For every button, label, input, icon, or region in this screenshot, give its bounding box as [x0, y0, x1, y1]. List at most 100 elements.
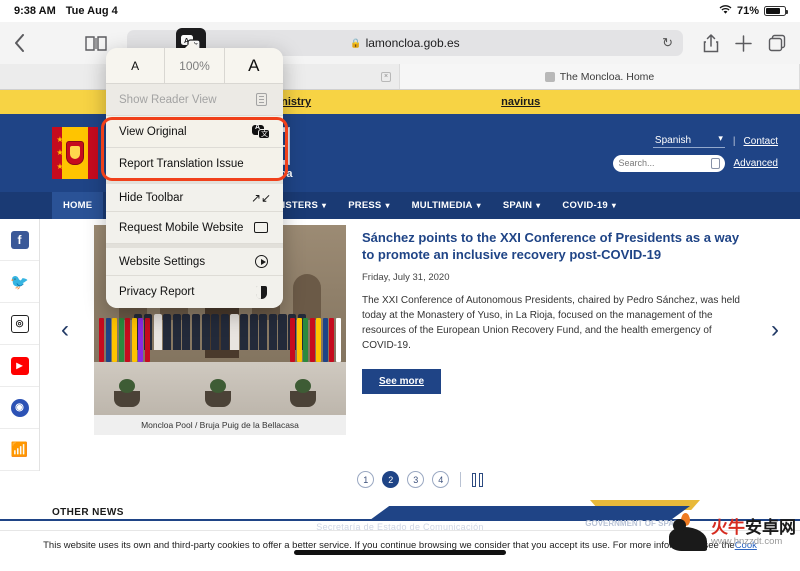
- photo-caption: Moncloa Pool / Bruja Puig de la Bellacas…: [94, 415, 346, 435]
- close-icon[interactable]: ×: [381, 71, 391, 82]
- menu-item-label: Privacy Report: [119, 286, 195, 298]
- search-placeholder: Search...: [618, 158, 655, 168]
- book-sidebar-icon[interactable]: [85, 35, 107, 52]
- tab-title: The Moncloa. Home: [559, 70, 655, 83]
- news-body: The XXI Conference of Autonomous Preside…: [362, 295, 740, 352]
- url-text: lamoncloa.gob.es: [365, 36, 460, 50]
- chevron-right-icon[interactable]: ›: [762, 225, 788, 435]
- chevron-down-icon: ▾: [611, 201, 617, 210]
- plus-icon[interactable]: [735, 34, 752, 52]
- nav-item-covid-19[interactable]: COVID-19 ▾: [551, 192, 627, 219]
- pause-icon[interactable]: [472, 472, 483, 487]
- carousel-dot-1[interactable]: 1: [357, 471, 375, 488]
- menu-item-show-reader-view[interactable]: Show Reader View: [106, 84, 283, 116]
- search-input[interactable]: Search...: [612, 154, 725, 172]
- see-more-button[interactable]: See more: [362, 369, 442, 395]
- reload-icon[interactable]: ↻: [662, 35, 673, 51]
- social-item-facebook[interactable]: f: [0, 219, 39, 261]
- status-right: 71%: [719, 4, 788, 18]
- menu-item-label: Report Translation Issue: [119, 157, 244, 170]
- divider: [460, 472, 462, 487]
- social-item-twitter[interactable]: 🐦: [0, 261, 39, 303]
- menu-item-label: Show Reader View: [119, 93, 217, 106]
- news-text-block: Sánchez points to the XXI Conference of …: [362, 225, 746, 435]
- language-select[interactable]: Spanish: [652, 133, 725, 148]
- reader-view-icon: [252, 93, 270, 106]
- share-icon[interactable]: [703, 33, 719, 53]
- chevron-down-icon: ▾: [536, 201, 541, 210]
- menu-item-request-mobile-website[interactable]: Request Mobile Website: [106, 212, 283, 244]
- menu-item-hide-toolbar[interactable]: Hide Toolbar ↗↙: [106, 180, 283, 212]
- tab-favicon: [544, 71, 555, 82]
- menu-item-privacy-report[interactable]: Privacy Report: [106, 276, 283, 308]
- menu-item-report-translation-issue[interactable]: Report Translation Issue: [106, 148, 283, 180]
- lock-icon: 🔒: [350, 37, 362, 48]
- website-settings-icon: [252, 255, 270, 268]
- browser-tab-2[interactable]: The Moncloa. Home: [400, 64, 800, 89]
- divider: |: [732, 135, 736, 147]
- carousel-pagination: 1 2 3 4: [52, 471, 788, 488]
- zoom-in-button[interactable]: A: [225, 48, 283, 83]
- chevron-down-icon: ▾: [385, 201, 390, 210]
- advanced-search-link[interactable]: Advanced: [734, 158, 778, 169]
- wifi-icon: [719, 4, 732, 18]
- footer-strip: Secretaría de Estado de Comunicación GOV…: [0, 500, 800, 530]
- status-time: 9:38 AM: [14, 5, 56, 17]
- people-group: [134, 314, 306, 351]
- status-bar: 9:38 AM Tue Aug 4 71%: [0, 0, 800, 22]
- contact-link[interactable]: Contact: [744, 136, 778, 147]
- menu-item-label: Request Mobile Website: [119, 221, 244, 234]
- cookie-policy-link[interactable]: Cook: [735, 540, 757, 551]
- social-item-flickr[interactable]: ◉: [0, 387, 39, 429]
- carousel-dot-2[interactable]: 2: [382, 471, 400, 488]
- chevron-down-icon: ▾: [476, 201, 481, 210]
- battery-percent: 71%: [736, 5, 759, 17]
- social-sidebar: f 🐦 ◎ ▶ ◉ 📶: [0, 219, 40, 471]
- status-date: Tue Aug 4: [65, 5, 118, 17]
- menu-item-label: Website Settings: [119, 255, 206, 268]
- menu-item-website-settings[interactable]: Website Settings: [106, 244, 283, 276]
- tab-overview-icon[interactable]: [768, 34, 786, 52]
- privacy-report-icon: [252, 285, 270, 299]
- social-item-instagram[interactable]: ◎: [0, 303, 39, 345]
- menu-item-view-original[interactable]: View Original: [106, 116, 283, 148]
- social-item-rss[interactable]: 📶: [0, 429, 39, 471]
- nav-item-home[interactable]: HOME: [52, 192, 104, 219]
- flickr-icon: ◉: [10, 398, 29, 417]
- footer-gov-text: GOVERNMENT OF SPAIN: [585, 519, 682, 528]
- flags-right: [290, 317, 341, 362]
- instagram-icon: ◎: [10, 314, 29, 333]
- alert-link-right[interactable]: navirus: [501, 96, 540, 108]
- nav-label: PRESS: [348, 200, 382, 211]
- zoom-out-button[interactable]: A: [106, 48, 164, 83]
- carousel-dot-4[interactable]: 4: [432, 471, 450, 488]
- home-indicator[interactable]: [294, 550, 506, 555]
- header-utilities: Spanish | Contact Search... Advanced: [612, 133, 778, 172]
- social-item-youtube[interactable]: ▶: [0, 345, 39, 387]
- nav-label: MULTIMEDIA: [411, 200, 473, 211]
- nav-item-multimedia[interactable]: MULTIMEDIA ▾: [401, 192, 492, 219]
- zoom-level[interactable]: 100%: [164, 48, 225, 83]
- mobile-website-icon: [252, 222, 270, 233]
- eu-stars: ★ ★ ★: [56, 135, 64, 171]
- hide-toolbar-icon: ↗↙: [250, 190, 272, 205]
- battery-icon: [764, 6, 788, 16]
- facebook-icon: f: [10, 230, 29, 249]
- menu-item-label: Hide Toolbar: [119, 191, 184, 204]
- carousel-dot-3[interactable]: 3: [407, 471, 425, 488]
- nav-label: COVID-19: [562, 200, 608, 211]
- zoom-controls: A 100% A: [106, 48, 283, 84]
- keyboard-icon[interactable]: [710, 157, 720, 169]
- youtube-icon: ▶: [10, 356, 29, 375]
- twitter-icon: 🐦: [10, 273, 29, 291]
- chevron-left-icon[interactable]: ‹: [52, 225, 78, 435]
- news-date: Friday, July 31, 2020: [362, 272, 450, 284]
- news-title[interactable]: Sánchez points to the XXI Conference of …: [362, 229, 746, 263]
- flags-left: [99, 317, 150, 362]
- nav-item-spain[interactable]: SPAIN ▾: [492, 192, 552, 219]
- menu-item-label: View Original: [119, 125, 187, 138]
- nav-item-press[interactable]: PRESS ▾: [337, 192, 400, 219]
- back-chevron-icon[interactable]: [14, 34, 25, 52]
- nav-label: SPAIN: [502, 200, 533, 211]
- rss-icon: 📶: [10, 441, 29, 457]
